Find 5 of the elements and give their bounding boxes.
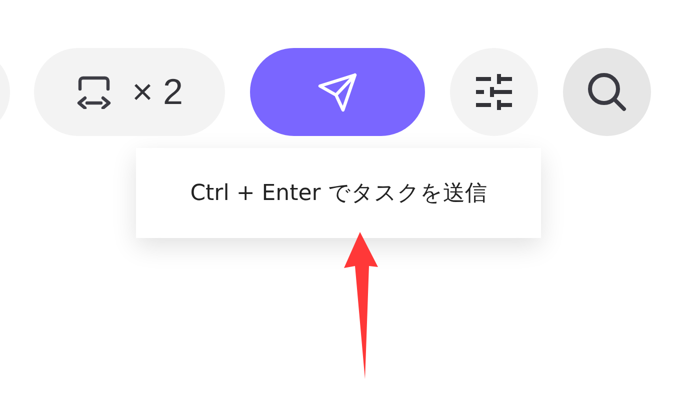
tooltip-text: Ctrl + Enter でタスクを送信: [190, 180, 487, 208]
paper-plane-icon: [316, 72, 358, 112]
search-icon: [586, 71, 628, 113]
repeat-count-button[interactable]: × 2: [34, 48, 225, 136]
sliders-icon: [475, 74, 513, 110]
